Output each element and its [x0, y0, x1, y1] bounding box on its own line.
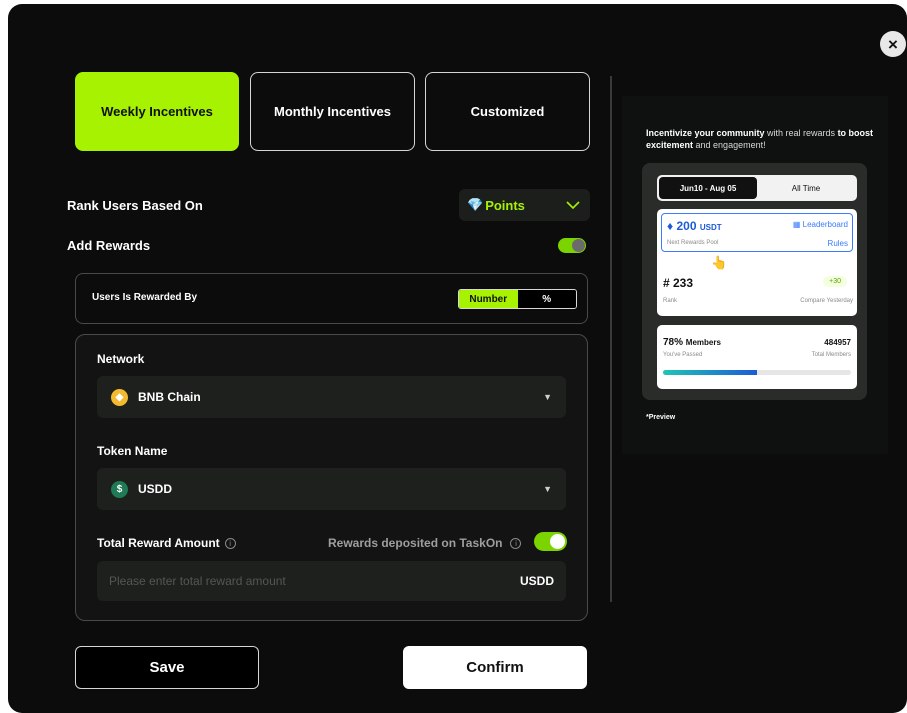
preview-progress-fill	[663, 370, 757, 375]
preview-compare-label: Compare Yesterday	[800, 298, 853, 304]
token-select[interactable]: $ USDD ▼	[97, 468, 566, 510]
preview-rank-label: Rank	[663, 298, 678, 304]
preview-pool-label: Next Rewards Pool	[667, 240, 719, 246]
diamond-icon: ♦	[667, 219, 674, 233]
preview-note: *Preview	[646, 414, 676, 421]
total-reward-amount-field: USDD	[97, 561, 566, 601]
incentives-modal: × Weekly Incentives Monthly Incentives C…	[8, 4, 907, 713]
preview-rank-value: # 233	[663, 276, 694, 290]
add-rewards-toggle[interactable]	[558, 238, 586, 253]
diamond-icon: 💎	[467, 197, 484, 212]
preview-rank-card: ♦ 200 USDT Next Rewards Pool ▦ Leaderboa…	[657, 209, 857, 316]
deposit-on-taskon-toggle[interactable]	[534, 532, 567, 551]
rewarded-by-segmented-control: Number %	[458, 289, 577, 309]
pointing-hand-icon: 👆	[711, 255, 728, 270]
caret-down-icon: ▼	[543, 484, 552, 494]
caret-down-icon: ▼	[543, 392, 552, 402]
close-icon[interactable]: ×	[880, 31, 906, 57]
network-label: Network	[97, 352, 145, 366]
preview-total-members-label: Total Members	[811, 352, 851, 358]
preview-progress-bar	[663, 370, 851, 375]
preview-tab-all-time: All Time	[791, 183, 821, 193]
panel-divider	[610, 76, 612, 602]
token-value: USDD	[138, 482, 173, 496]
chevron-down-icon	[566, 200, 580, 209]
tab-customized[interactable]: Customized	[425, 72, 590, 151]
preview-card: Jun10 - Aug 05 All Time ♦ 200 USDT Next …	[642, 163, 867, 400]
confirm-button[interactable]: Confirm	[403, 646, 587, 689]
rank-users-label: Rank Users Based On	[67, 198, 203, 213]
network-select[interactable]: ◆ BNB Chain ▼	[97, 376, 566, 418]
rewarded-by-row: Users Is Rewarded By Number %	[75, 273, 588, 324]
rewarded-by-label: Users Is Rewarded By	[92, 292, 198, 303]
network-value: BNB Chain	[138, 390, 201, 404]
deposit-on-taskon-label: Rewards deposited on TaskOn i	[328, 536, 522, 550]
info-icon[interactable]: i	[224, 537, 236, 549]
tab-weekly-incentives[interactable]: Weekly Incentives	[75, 72, 239, 151]
usdd-coin-icon: $	[111, 480, 128, 498]
preview-passed-percent: 78% Members	[663, 337, 721, 348]
preview-rank-delta: +30	[823, 276, 847, 287]
preview-total-members: 484957	[824, 338, 851, 347]
preview-passed-label: You've Passed	[663, 352, 703, 358]
leaderboard-icon: ▦	[792, 220, 801, 229]
preview-pool-amount: ♦ 200 USDT	[667, 219, 722, 233]
rank-metric-select[interactable]: 💎 Points	[459, 189, 590, 221]
preview-date-tabs: Jun10 - Aug 05 All Time	[657, 175, 857, 201]
reward-config-panel: Network ◆ BNB Chain ▼ Token Name $ USDD …	[75, 334, 588, 621]
preview-tab-date-range: Jun10 - Aug 05	[659, 177, 757, 199]
preview-leaderboard-link: ▦ Leaderboard	[792, 220, 848, 229]
amount-unit: USDD	[519, 574, 554, 588]
rank-metric-value: Points	[485, 197, 525, 213]
preview-description: Incentivize your community with real rew…	[646, 128, 874, 150]
tab-monthly-incentives[interactable]: Monthly Incentives	[250, 72, 415, 151]
add-rewards-label: Add Rewards	[67, 238, 151, 253]
save-button[interactable]: Save	[75, 646, 259, 689]
preview-rules-link: Rules	[827, 239, 848, 248]
preview-panel: Incentivize your community with real rew…	[622, 96, 888, 454]
bnb-chain-icon: ◆	[111, 388, 128, 406]
total-reward-amount-input[interactable]	[109, 574, 520, 588]
rewarded-by-number-option[interactable]: Number	[459, 290, 518, 308]
preview-members-card: 78% Members You've Passed 484957 Total M…	[657, 325, 857, 389]
rewarded-by-percent-option[interactable]: %	[517, 290, 576, 308]
total-reward-amount-label: Total Reward Amount i	[97, 536, 236, 550]
token-name-label: Token Name	[97, 444, 168, 458]
info-icon[interactable]: i	[510, 537, 522, 549]
preview-rewards-pool: ♦ 200 USDT Next Rewards Pool ▦ Leaderboa…	[661, 213, 853, 252]
